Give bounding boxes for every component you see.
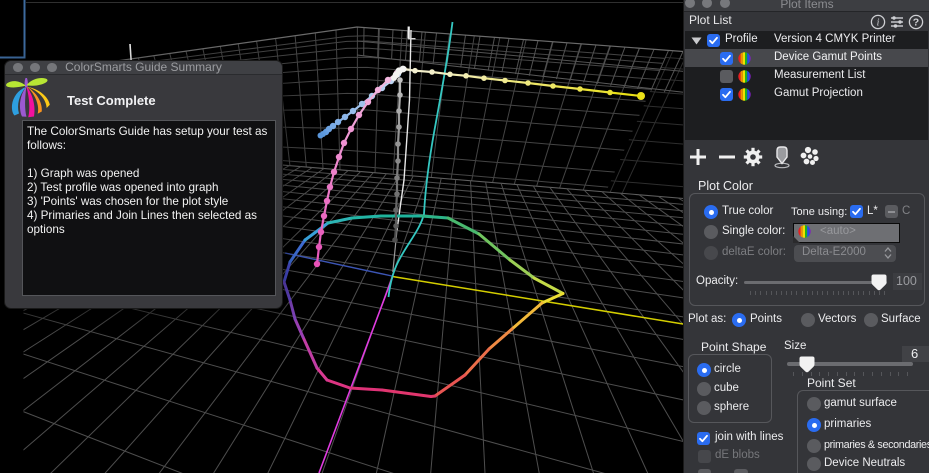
svg-text:?: ? bbox=[913, 16, 919, 28]
svg-text:i: i bbox=[877, 17, 880, 28]
